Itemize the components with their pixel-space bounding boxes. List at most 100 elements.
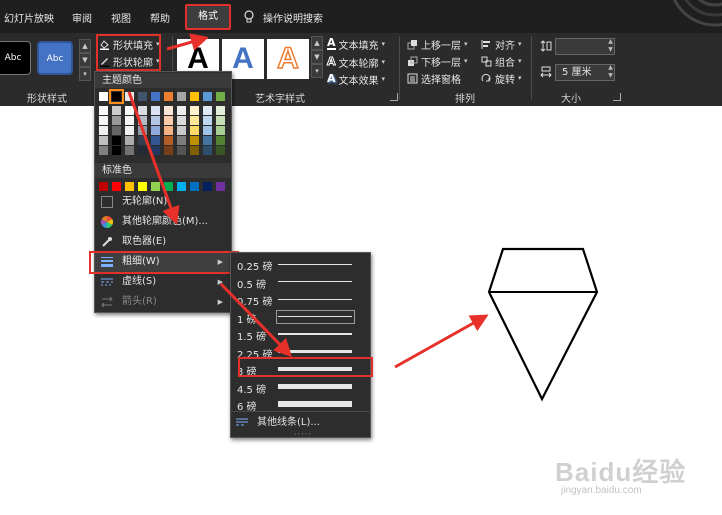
theme-color-shade-swatch[interactable] <box>164 136 173 145</box>
gallery-up-icon[interactable]: ▲ <box>79 39 91 53</box>
theme-color-shade-swatch[interactable] <box>125 106 134 115</box>
theme-color-swatch[interactable] <box>151 92 160 101</box>
theme-color-shade-swatch[interactable] <box>203 146 212 155</box>
theme-color-shade-swatch[interactable] <box>164 116 173 125</box>
standard-color-swatch[interactable] <box>216 182 225 191</box>
theme-color-shade-swatch[interactable] <box>164 106 173 115</box>
gallery-down-icon[interactable]: ▼ <box>79 53 91 67</box>
dashes-item[interactable]: 虚线(S) ▶ <box>95 272 231 292</box>
tab-review[interactable]: 审阅 <box>72 10 92 25</box>
theme-color-swatch[interactable] <box>190 92 199 101</box>
theme-color-shade-swatch[interactable] <box>99 126 108 135</box>
wordart-gallery-up-icon[interactable]: ▲ <box>311 36 323 50</box>
line-weight-option[interactable]: 0.75 磅 <box>231 290 370 308</box>
line-weight-option[interactable]: 0.5 磅 <box>231 273 370 291</box>
theme-color-shade-swatch[interactable] <box>151 146 160 155</box>
theme-color-shade-swatch[interactable] <box>203 116 212 125</box>
theme-color-shade-swatch[interactable] <box>203 106 212 115</box>
standard-color-swatch[interactable] <box>151 182 160 191</box>
tab-view[interactable]: 视图 <box>111 10 131 25</box>
theme-color-shade-swatch[interactable] <box>151 106 160 115</box>
theme-color-shade-swatch[interactable] <box>216 106 225 115</box>
line-weight-option[interactable]: 1.5 磅 <box>231 325 370 343</box>
selection-pane-button[interactable]: 选择窗格 <box>407 70 461 86</box>
theme-color-shade-swatch[interactable] <box>125 126 134 135</box>
theme-color-swatch[interactable] <box>125 92 134 101</box>
theme-color-shade-swatch[interactable] <box>190 106 199 115</box>
theme-color-shade-swatch[interactable] <box>190 116 199 125</box>
theme-color-shade-swatch[interactable] <box>138 106 147 115</box>
theme-color-swatch[interactable] <box>138 92 147 101</box>
theme-color-shade-swatch[interactable] <box>138 126 147 135</box>
text-outline-button[interactable]: A 文本轮廓 ▾ <box>327 54 386 70</box>
theme-color-shade-swatch[interactable] <box>190 136 199 145</box>
theme-color-shade-swatch[interactable] <box>125 116 134 125</box>
theme-color-shade-swatch[interactable] <box>112 106 121 115</box>
theme-color-shade-swatch[interactable] <box>164 146 173 155</box>
theme-color-shade-swatch[interactable] <box>151 136 160 145</box>
dialog-launcher-icon[interactable] <box>390 93 398 101</box>
theme-color-shade-swatch[interactable] <box>138 146 147 155</box>
standard-color-swatch[interactable] <box>112 182 121 191</box>
theme-color-shade-swatch[interactable] <box>125 136 134 145</box>
gallery-more-icon[interactable]: ▾ <box>79 67 91 81</box>
theme-color-shade-swatch[interactable] <box>216 136 225 145</box>
theme-color-shade-swatch[interactable] <box>190 126 199 135</box>
tab-format[interactable]: 格式 <box>185 4 231 30</box>
standard-color-swatch[interactable] <box>164 182 173 191</box>
theme-color-shade-swatch[interactable] <box>151 116 160 125</box>
text-fill-button[interactable]: A 文本填充 ▾ <box>327 36 385 52</box>
standard-color-swatch[interactable] <box>203 182 212 191</box>
standard-color-swatch[interactable] <box>190 182 199 191</box>
theme-color-shade-swatch[interactable] <box>125 146 134 155</box>
theme-color-shade-swatch[interactable] <box>216 146 225 155</box>
theme-color-shade-swatch[interactable] <box>138 116 147 125</box>
text-effects-button[interactable]: A 文本效果 ▾ <box>327 71 385 87</box>
send-backward-button[interactable]: 下移一层 ▾ <box>407 53 468 69</box>
theme-color-swatch[interactable] <box>164 92 173 101</box>
resize-grip-icon[interactable]: ····· <box>294 430 312 439</box>
wordart-gallery-down-icon[interactable]: ▼ <box>311 50 323 64</box>
diamond-shape[interactable] <box>486 247 600 403</box>
line-weight-option[interactable]: 0.25 磅 <box>231 255 370 273</box>
theme-color-shade-swatch[interactable] <box>177 126 186 135</box>
eyedropper-item[interactable]: 取色器(E) <box>95 232 231 252</box>
theme-color-shade-swatch[interactable] <box>99 136 108 145</box>
standard-color-swatch[interactable] <box>125 182 134 191</box>
tab-help[interactable]: 帮助 <box>150 10 170 25</box>
theme-color-shade-swatch[interactable] <box>177 116 186 125</box>
theme-color-shade-swatch[interactable] <box>151 126 160 135</box>
width-spinner-icon[interactable]: ▲ ▼ <box>606 64 615 81</box>
theme-color-shade-swatch[interactable] <box>216 116 225 125</box>
theme-color-shade-swatch[interactable] <box>112 136 121 145</box>
line-weight-option[interactable]: 4.5 磅 <box>231 378 370 396</box>
shape-style-preset-dark[interactable]: Abc <box>0 41 31 75</box>
theme-color-shade-swatch[interactable] <box>203 136 212 145</box>
theme-color-shade-swatch[interactable] <box>164 126 173 135</box>
standard-color-swatch[interactable] <box>99 182 108 191</box>
dialog-launcher-icon[interactable] <box>613 93 621 101</box>
theme-color-shade-swatch[interactable] <box>203 126 212 135</box>
theme-color-shade-swatch[interactable] <box>138 136 147 145</box>
theme-color-shade-swatch[interactable] <box>99 146 108 155</box>
theme-color-shade-swatch[interactable] <box>112 146 121 155</box>
align-button[interactable]: 对齐 ▾ <box>481 36 522 52</box>
line-weight-option[interactable]: 1 磅 <box>231 308 370 326</box>
shape-style-preset-blue[interactable]: Abc <box>37 41 73 75</box>
group-button[interactable]: 组合 ▾ <box>481 53 522 69</box>
theme-color-shade-swatch[interactable] <box>216 126 225 135</box>
wordart-style-orange-outline[interactable]: A <box>267 39 309 79</box>
theme-color-shade-swatch[interactable] <box>177 136 186 145</box>
theme-color-shade-swatch[interactable] <box>99 116 108 125</box>
theme-color-swatch[interactable] <box>177 92 186 101</box>
theme-color-shade-swatch[interactable] <box>177 146 186 155</box>
standard-color-swatch[interactable] <box>138 182 147 191</box>
theme-color-swatch[interactable] <box>203 92 212 101</box>
theme-color-swatch[interactable] <box>216 92 225 101</box>
standard-color-swatch[interactable] <box>177 182 186 191</box>
theme-color-shade-swatch[interactable] <box>190 146 199 155</box>
height-spinner-icon[interactable]: ▲ ▼ <box>606 38 615 55</box>
theme-color-swatch[interactable] <box>99 92 108 101</box>
theme-color-shade-swatch[interactable] <box>99 106 108 115</box>
theme-color-shade-swatch[interactable] <box>177 106 186 115</box>
